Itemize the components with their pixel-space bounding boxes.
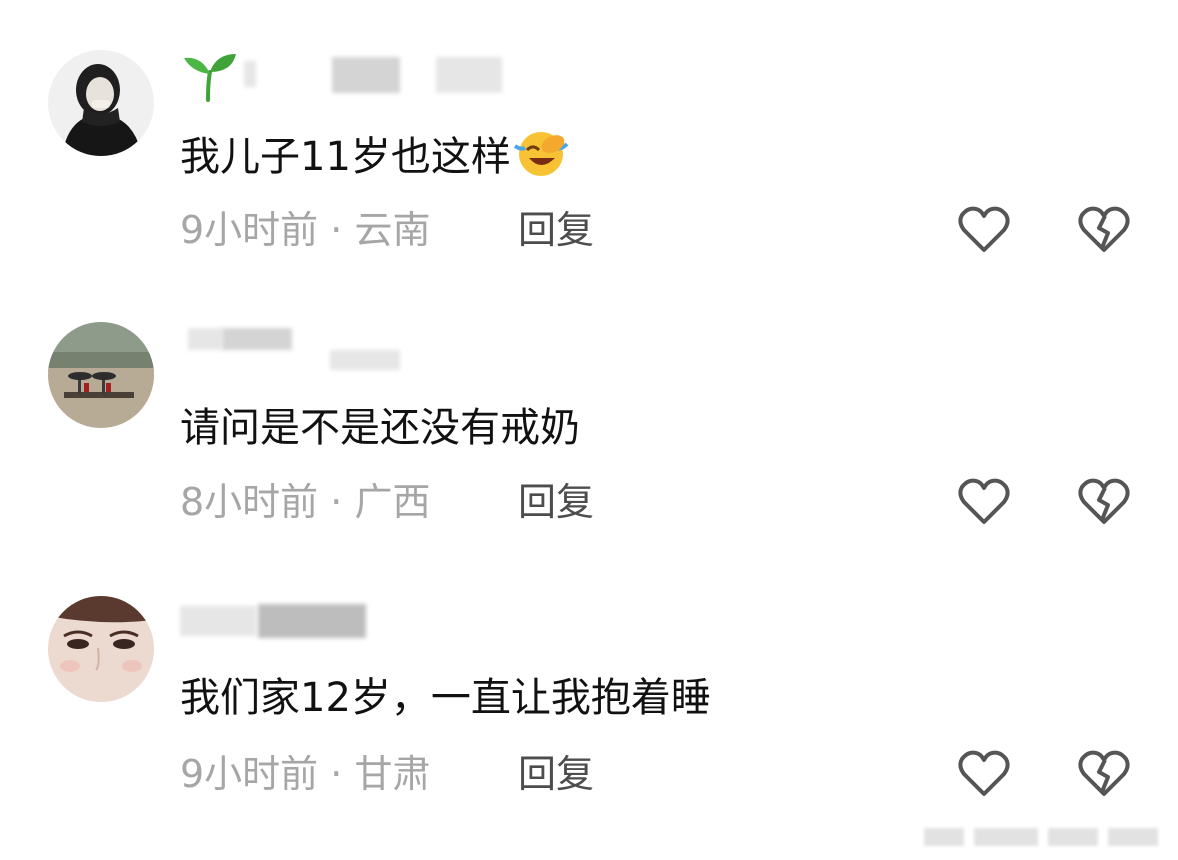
comment-time: 9小时前 <box>180 752 319 796</box>
meta-separator: · <box>318 208 355 252</box>
heart-icon[interactable] <box>956 202 1012 258</box>
comment-meta: 9小时前 · 甘肃 <box>180 750 430 798</box>
comment-text-content: 我儿子11岁也这样 <box>180 134 511 180</box>
comment-text: 我们家12岁，一直让我抱着睡 <box>180 675 711 721</box>
comment-meta: 8小时前 · 广西 <box>180 478 430 526</box>
heart-icon[interactable] <box>956 474 1012 530</box>
reply-button[interactable]: 回复 <box>518 206 594 254</box>
meta-separator: · <box>318 480 355 524</box>
comment-text: 请问是不是还没有戒奶 <box>180 405 580 451</box>
broken-heart-icon[interactable] <box>1076 202 1132 258</box>
username-redacted[interactable] <box>180 602 400 642</box>
comment-meta: 9小时前 · 云南 <box>180 206 430 254</box>
avatar[interactable] <box>48 50 154 156</box>
watermark <box>924 822 1164 852</box>
username-redacted[interactable] <box>180 55 520 95</box>
meta-separator: · <box>318 752 355 796</box>
comment-location: 云南 <box>354 208 431 252</box>
broken-heart-icon[interactable] <box>1076 746 1132 802</box>
comment-time: 8小时前 <box>180 480 319 524</box>
comment-location: 广西 <box>354 480 431 524</box>
comment-time: 9小时前 <box>180 208 319 252</box>
heart-icon[interactable] <box>956 746 1012 802</box>
avatar[interactable] <box>48 322 154 428</box>
comment-text: 我儿子11岁也这样 <box>180 128 569 183</box>
laughing-crying-emoji-icon <box>513 128 569 178</box>
username-redacted[interactable] <box>180 326 420 370</box>
reply-button[interactable]: 回复 <box>518 750 594 798</box>
broken-heart-icon[interactable] <box>1076 474 1132 530</box>
reply-button[interactable]: 回复 <box>518 478 594 526</box>
avatar[interactable] <box>48 596 154 702</box>
comment-location: 甘肃 <box>354 752 431 796</box>
